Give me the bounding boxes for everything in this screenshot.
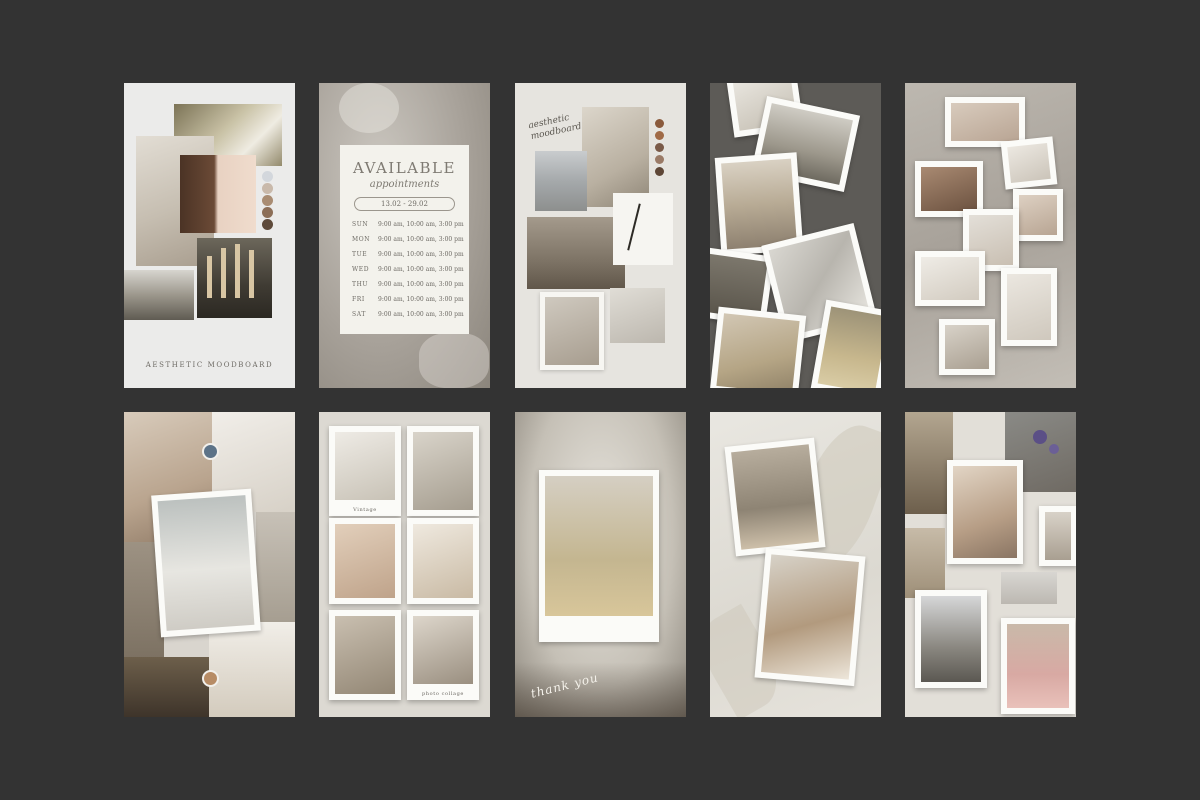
schedule-day: FRI bbox=[352, 296, 365, 303]
portrait-photo bbox=[180, 155, 256, 233]
bouquet-photo-frame bbox=[539, 470, 659, 642]
hand-photo-frame bbox=[540, 292, 604, 370]
schedule-times: 9:00 am, 10:00 am, 3:00 pm bbox=[378, 251, 464, 258]
color-swatch-4 bbox=[262, 207, 273, 218]
building-photo bbox=[124, 270, 194, 320]
schedule-panel: AVAILABLE appointments 13.02 - 29.02 SUN… bbox=[340, 145, 469, 334]
schedule-day: TUE bbox=[352, 251, 368, 258]
statue-detail bbox=[339, 83, 399, 133]
accent-blue-dot bbox=[202, 443, 219, 460]
schedule-day: WED bbox=[352, 266, 370, 273]
template-photo-collage-card[interactable]: Vintage photo collage bbox=[319, 412, 490, 717]
template-script-moodboard-card[interactable]: aesthetic moodboard bbox=[515, 83, 686, 388]
template-thank-you-card[interactable]: thank you bbox=[515, 412, 686, 717]
statue-detail bbox=[419, 333, 489, 388]
color-swatch-2 bbox=[262, 183, 273, 194]
accent-tan-dot bbox=[202, 670, 219, 687]
white-suit-photo-frame bbox=[151, 488, 261, 638]
color-swatch-1 bbox=[262, 171, 273, 182]
interior-photo bbox=[527, 217, 625, 289]
vase-photo bbox=[209, 622, 295, 717]
schedule-times: 9:00 am, 10:00 am, 3:00 pm bbox=[378, 311, 464, 318]
blouse-photo-frame bbox=[1013, 189, 1063, 241]
template-polaroid-collage-card[interactable] bbox=[905, 83, 1076, 388]
schedule-subtitle: appointments bbox=[369, 179, 440, 190]
schedule-times: 9:00 am, 10:00 am, 3:00 pm bbox=[378, 221, 464, 228]
schedule-day: THU bbox=[352, 281, 369, 288]
template-appointments-card[interactable]: AVAILABLE appointments 13.02 - 29.02 SUN… bbox=[319, 83, 490, 388]
brown-swatch-5 bbox=[655, 167, 664, 176]
fabric-photo bbox=[256, 512, 295, 622]
photo-frame bbox=[1039, 506, 1076, 566]
street-photo bbox=[905, 412, 953, 514]
template-portrait-grid-card[interactable] bbox=[905, 412, 1076, 717]
photo-frame bbox=[329, 518, 401, 604]
photo-frame bbox=[407, 426, 479, 516]
schedule-title: AVAILABLE bbox=[353, 159, 456, 177]
canvas: { "templates": { "moodboard_caption": "A… bbox=[0, 0, 1200, 800]
photo-collage-frame: photo collage bbox=[407, 610, 479, 700]
necklace-photo-frame bbox=[1001, 268, 1057, 346]
coffee-photo-frame bbox=[1000, 136, 1058, 190]
dress-photo-frame bbox=[724, 437, 826, 557]
template-white-suit-card[interactable] bbox=[124, 412, 295, 717]
book-photo bbox=[610, 288, 665, 343]
template-scattered-photos-card[interactable] bbox=[710, 83, 881, 388]
brown-swatch-2 bbox=[655, 131, 664, 140]
vintage-photo-frame: Vintage bbox=[329, 426, 401, 516]
photo-frame bbox=[407, 518, 479, 604]
pearl-photo-frame bbox=[915, 251, 985, 306]
color-swatch-5 bbox=[262, 219, 273, 230]
pink-outfit-photo-frame bbox=[1001, 618, 1075, 714]
schedule-times: 9:00 am, 10:00 am, 3:00 pm bbox=[378, 236, 464, 243]
brown-swatch-4 bbox=[655, 155, 664, 164]
beach-photo bbox=[1001, 572, 1057, 604]
schedule-times: 9:00 am, 10:00 am, 3:00 pm bbox=[378, 296, 464, 303]
schedule-times: 9:00 am, 10:00 am, 3:00 pm bbox=[378, 266, 464, 273]
schedule-day: SUN bbox=[352, 221, 369, 228]
vintage-caption: Vintage bbox=[353, 507, 377, 513]
brown-swatch-3 bbox=[655, 143, 664, 152]
shop-photo bbox=[905, 528, 945, 598]
cathedral-photo-frame bbox=[915, 590, 987, 688]
date-range-pill: 13.02 - 29.02 bbox=[354, 197, 455, 211]
schedule-day: SAT bbox=[352, 311, 366, 318]
moodboard-caption: AESTHETIC MOODBOARD bbox=[145, 361, 274, 369]
portrait-photo-frame bbox=[947, 460, 1023, 564]
template-leaf-overlay-card[interactable] bbox=[710, 412, 881, 717]
schedule-times: 9:00 am, 10:00 am, 3:00 pm bbox=[378, 281, 464, 288]
hair-photo-frame bbox=[710, 306, 807, 388]
hairstyle-photo-frame bbox=[754, 547, 866, 687]
template-moodboard-card[interactable]: AESTHETIC MOODBOARD bbox=[124, 83, 295, 388]
arch-photo bbox=[535, 151, 587, 211]
coat-photo bbox=[582, 107, 649, 207]
color-swatch-3 bbox=[262, 195, 273, 206]
brown-swatch-1 bbox=[655, 119, 664, 128]
book-photo-frame bbox=[939, 319, 995, 375]
candles-photo bbox=[197, 238, 272, 318]
photo-frame bbox=[329, 610, 401, 700]
photo-collage-caption: photo collage bbox=[422, 691, 464, 697]
schedule-day: MON bbox=[352, 236, 371, 243]
dining-photo bbox=[124, 657, 209, 717]
flower-stems-photo bbox=[613, 193, 673, 265]
